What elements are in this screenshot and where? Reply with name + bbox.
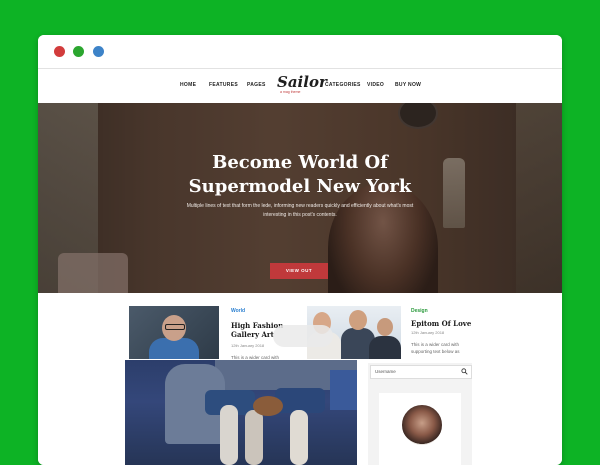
nav-item-features[interactable]: FEATURES — [209, 82, 238, 88]
nav-item-video[interactable]: VIDEO — [367, 82, 384, 88]
hero-lede-line-2: interesting in this post's contents. — [263, 212, 337, 218]
search-icon[interactable] — [461, 368, 468, 375]
image-dog — [253, 396, 283, 416]
main-navigation: HOME FEATURES PAGES Sailor a mag theme C… — [38, 69, 562, 103]
article-category[interactable]: Design — [411, 308, 428, 314]
card-person-head — [349, 310, 367, 330]
browser-titlebar — [38, 35, 562, 68]
image-leg — [220, 405, 238, 465]
nav-item-buy-now[interactable]: BUY NOW — [395, 82, 421, 88]
maximize-dot-icon[interactable] — [93, 46, 104, 57]
hero-banner: Become World Of Supermodel New York Mult… — [38, 103, 562, 293]
hero-title-line-2: Supermodel New York — [188, 176, 412, 197]
article-card-image[interactable] — [129, 306, 219, 359]
article-excerpt-line-1: This is a wider card with — [411, 342, 460, 347]
article-date: 12th January 2018 — [231, 343, 265, 348]
browser-window: HOME FEATURES PAGES Sailor a mag theme C… — [38, 35, 562, 465]
hero-lede-line-1: Multiple lines of text that form the led… — [186, 203, 414, 209]
article-category[interactable]: World — [231, 308, 245, 314]
minimize-dot-icon[interactable] — [73, 46, 84, 57]
card-person-glasses — [165, 324, 185, 330]
hero-lede: Multiple lines of text that form the led… — [178, 202, 422, 220]
card-person-body — [369, 336, 401, 359]
image-dress — [330, 370, 357, 410]
article-date: 12th January 2018 — [411, 330, 445, 335]
search-input[interactable]: Username — [370, 365, 472, 379]
hero-title-line-1: Become World Of — [212, 152, 388, 173]
image-leg — [245, 410, 263, 465]
article-title[interactable]: Epitom Of Love — [411, 319, 471, 328]
nav-item-pages[interactable]: PAGES — [247, 82, 266, 88]
article-excerpt: This is a wider card with supporting tex… — [411, 341, 460, 355]
author-avatar[interactable] — [400, 403, 444, 447]
view-out-button[interactable]: VIEW OUT — [270, 263, 328, 279]
author-profile-widget — [379, 393, 461, 465]
site-logo-tagline: a mag theme — [280, 90, 301, 94]
floating-bubble — [273, 325, 333, 347]
site-logo[interactable]: Sailor — [277, 75, 327, 90]
content-area: World High Fashion Gallery Art 12th Janu… — [38, 293, 562, 465]
nav-item-categories[interactable]: CATEGORIES — [325, 82, 361, 88]
article-card-high-fashion[interactable]: World High Fashion Gallery Art 12th Janu… — [125, 306, 295, 360]
hero-title: Become World Of Supermodel New York — [38, 151, 562, 199]
close-dot-icon[interactable] — [54, 46, 65, 57]
nav-item-home[interactable]: HOME — [180, 82, 196, 88]
featured-image-card[interactable] — [125, 360, 357, 465]
card-person-body — [149, 338, 199, 359]
article-excerpt-line-2: supporting text below as — [411, 349, 460, 354]
image-leg — [290, 410, 308, 465]
card-person-head — [377, 318, 393, 336]
search-placeholder: Username — [375, 369, 396, 374]
